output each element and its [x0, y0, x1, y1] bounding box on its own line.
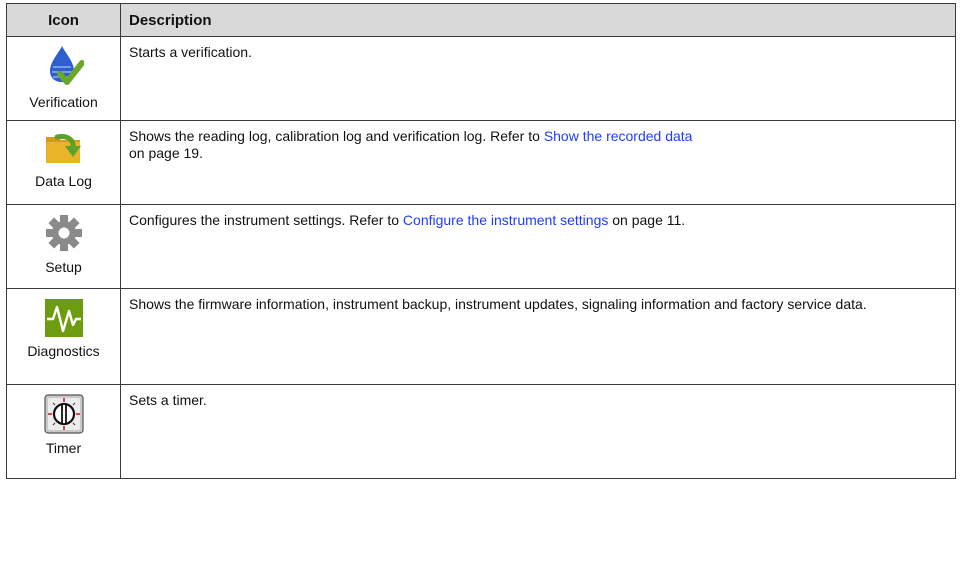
data-log-icon [45, 134, 81, 163]
table-header-row: Icon Description [6, 3, 956, 37]
description-text: Starts a verification. [129, 44, 252, 60]
setup-button[interactable]: Setup [7, 205, 120, 275]
page-reference: on page 19. [129, 145, 203, 161]
icon-cell: Data Log [6, 120, 121, 205]
description-column-header: Description [120, 3, 956, 37]
description-cell: Shows the reading log, calibration log a… [120, 120, 956, 205]
timer-label: Timer [45, 440, 82, 456]
verification-icon [49, 46, 84, 85]
icon-cell: Verification [6, 36, 121, 121]
table-row: Timer Sets a timer. [6, 384, 956, 479]
icon-cell: Timer [6, 384, 121, 479]
show-recorded-data-link[interactable]: Show the recorded data [544, 128, 693, 144]
table-row: Verification Starts a verification. [6, 36, 956, 121]
data-log-label: Data Log [35, 173, 92, 189]
timer-icon [43, 394, 84, 434]
icon-cell: Diagnostics [6, 288, 121, 385]
setup-gear-icon [45, 215, 82, 251]
icon-cell: Setup [6, 204, 121, 289]
verification-button[interactable]: Verification [7, 37, 120, 110]
data-log-button[interactable]: Data Log [7, 121, 120, 189]
description-cell: Shows the firmware information, instrume… [120, 288, 956, 385]
description-cell: Starts a verification. [120, 36, 956, 121]
description-cell: Sets a timer. [120, 384, 956, 479]
description-text: Shows the reading log, calibration log a… [129, 128, 544, 144]
table-row: Diagnostics Shows the firmware informati… [6, 288, 956, 385]
setup-label: Setup [45, 259, 82, 275]
icon-description-table: Icon Description Verification Starts a v… [6, 3, 956, 479]
description-text: Configures the instrument settings. Refe… [129, 212, 403, 228]
table-row: Data Log Shows the reading log, calibrat… [6, 120, 956, 205]
description-text: Sets a timer. [129, 392, 207, 408]
verification-label: Verification [29, 94, 98, 110]
diagnostics-icon [44, 299, 83, 337]
icon-column-header: Icon [6, 3, 121, 37]
table-row: Setup Configures the instrument settings… [6, 204, 956, 289]
timer-button[interactable]: Timer [7, 385, 120, 456]
configure-instrument-settings-link[interactable]: Configure the instrument settings [403, 212, 608, 228]
diagnostics-label: Diagnostics [27, 343, 100, 359]
diagnostics-button[interactable]: Diagnostics [7, 289, 120, 359]
icon-description-table-wrapper: Icon Description Verification Starts a v… [6, 3, 956, 479]
page-reference: on page 11. [608, 212, 686, 228]
description-text: Shows the firmware information, instrume… [129, 296, 867, 312]
description-cell: Configures the instrument settings. Refe… [120, 204, 956, 289]
